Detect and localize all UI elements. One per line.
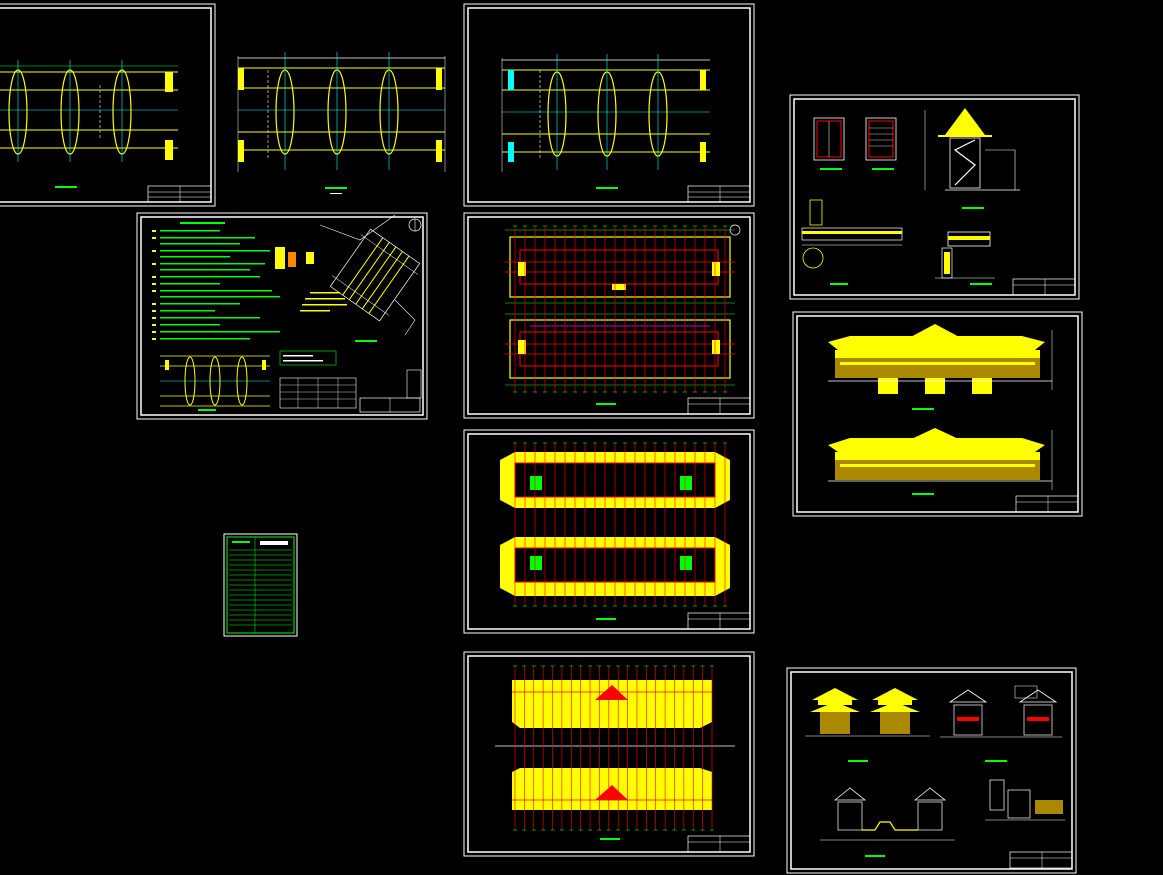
title-block [687,397,751,415]
bridge-plan-drawing [0,60,178,188]
index-table [229,537,292,633]
sheet-bridge-plan-b[interactable] [237,52,446,194]
lower-plan [505,313,735,386]
sheet-floor-plan-1[interactable] [463,212,755,419]
side-elevation [828,428,1053,495]
sheet-elevations[interactable] [792,311,1083,517]
railing-detail [801,199,903,285]
title-block [359,369,422,413]
bridge-plan-drawing [237,52,446,194]
pavilion-elevation-pair [805,688,930,762]
title-block [687,612,751,630]
title-block [687,835,751,853]
title-block [1009,851,1073,869]
cad-model-space[interactable] [0,0,1163,875]
sheet-sections[interactable] [786,667,1077,874]
front-elevation [828,324,1053,410]
sheet-floor-plan-2[interactable] [463,429,755,634]
title-block [1012,278,1076,296]
title-block [1015,495,1079,513]
foundation-detail [985,779,1065,821]
longitudinal-section [820,787,955,857]
title-block [147,185,212,203]
title-block [687,185,751,203]
column-grid [513,225,727,393]
sheet-roof-plan[interactable] [463,651,755,857]
notes-text-block [152,222,280,340]
lower-roof [512,768,712,810]
upper-roof [512,680,712,728]
eave-detail [935,231,995,285]
sheet-bridge-plan-c[interactable] [463,3,755,207]
pavilion-section [924,108,1020,209]
sheet-drawing-index[interactable] [223,533,298,637]
upper-plan [505,229,735,304]
stair-plan-a [813,117,845,170]
small-bridge-plan [160,355,270,411]
stair-plan-b [865,117,897,170]
site-plan [275,214,422,342]
pavilion-section-pair [940,685,1062,762]
sheet-design-notes[interactable] [136,212,428,420]
quantity-table [279,350,357,409]
sheet-bridge-plan-a[interactable] [0,3,216,207]
bridge-plan-drawing [501,54,710,189]
sheet-pavilion-details[interactable] [789,94,1080,300]
